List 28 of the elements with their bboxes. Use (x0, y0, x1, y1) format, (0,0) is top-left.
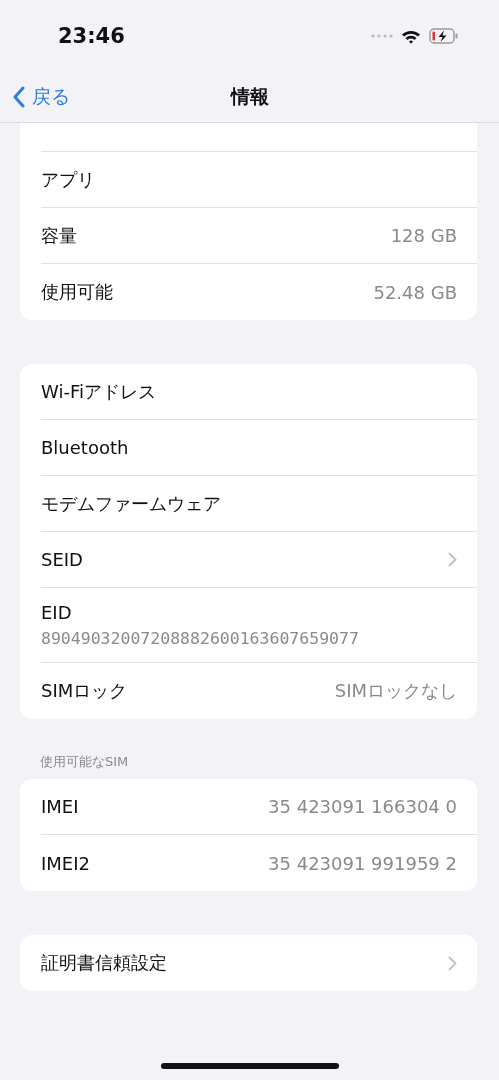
row-label[interactable]: SEID (41, 549, 83, 570)
row-value: 35 423091 991959 2 (268, 852, 457, 874)
row-label: SIMロック (41, 679, 128, 703)
status-time: 23:46 (58, 24, 125, 48)
chevron-right-icon[interactable] (448, 955, 457, 971)
row-value: 89049032007208882600163607659077 (41, 629, 359, 648)
chevron-left-icon (12, 86, 26, 108)
row-label: アプリ (41, 167, 95, 192)
row-value: 128 GB (390, 225, 457, 246)
row-label: EID (41, 602, 72, 623)
nav-title: 情報 (230, 84, 269, 109)
row-label: 容量 (41, 223, 77, 248)
row-label[interactable]: 証明書信頼設定 (41, 951, 167, 975)
row-value: 52.48 GB (373, 281, 457, 303)
row-label: IMEI (41, 796, 79, 817)
row-label: 使用可能 (41, 280, 113, 304)
back-button[interactable]: 戻る (0, 84, 70, 110)
chevron-right-icon[interactable] (448, 552, 457, 567)
row-label: IMEI2 (41, 852, 90, 874)
section-header: 使用可能なSIM (39, 753, 130, 771)
signal-dots-icon (371, 34, 393, 38)
row-value: SIMロックなし (334, 679, 457, 703)
row-label: Bluetooth (41, 437, 129, 458)
row-value: 35 423091 166304 0 (268, 796, 457, 817)
battery-charging-icon (429, 28, 459, 44)
row-label: Wi-Fiアドレス (41, 379, 156, 404)
wifi-icon (401, 28, 421, 44)
row-label: モデムファームウェア (41, 491, 221, 516)
